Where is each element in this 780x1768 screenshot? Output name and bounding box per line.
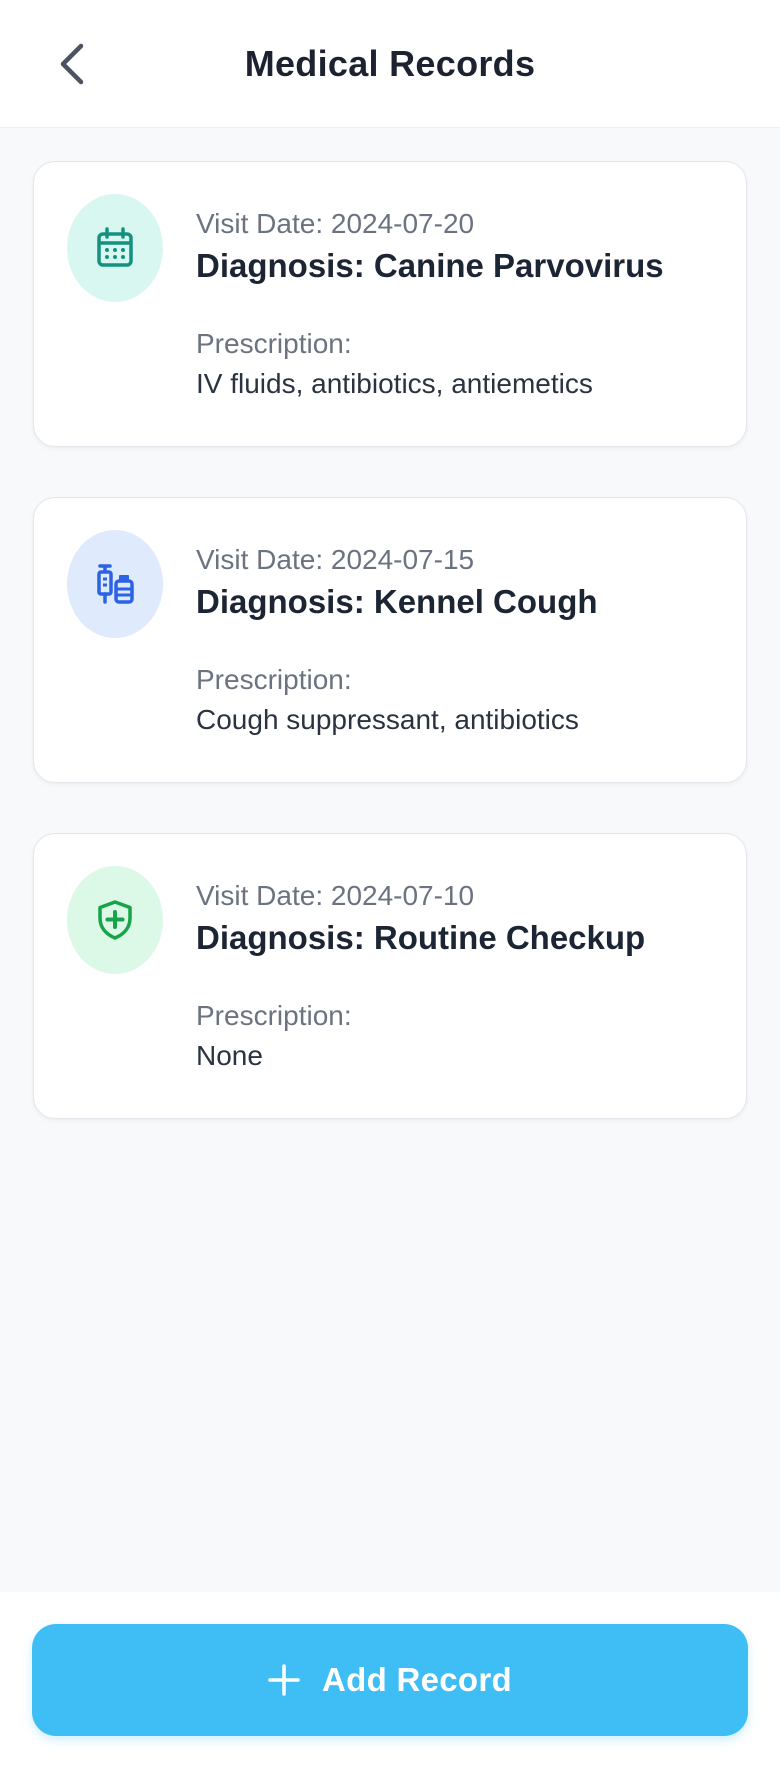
visit-date: Visit Date: 2024-07-10 (196, 880, 475, 911)
prescription-value: Cough suppressant, antibiotics (196, 704, 579, 735)
prescription-label: Prescription: (196, 328, 352, 359)
diagnosis: Diagnosis: Canine Parvovirus (196, 247, 664, 284)
page-title: Medical Records (244, 43, 536, 84)
record-card[interactable]: Visit Date: 2024-07-10 Diagnosis: Routin… (33, 833, 747, 1119)
app-header: Medical Records (0, 0, 780, 128)
plus-icon (268, 1664, 300, 1696)
prescription-value: IV fluids, antibiotics, antiemetics (196, 368, 593, 399)
diagnosis: Diagnosis: Kennel Cough (196, 583, 598, 620)
record-icon-badge (67, 530, 163, 638)
record-details: Visit Date: 2024-07-20 Diagnosis: Canine… (196, 206, 722, 402)
back-button[interactable] (44, 34, 100, 94)
prescription-label: Prescription: (196, 1000, 352, 1031)
chevron-left-icon (60, 43, 84, 85)
visit-date: Visit Date: 2024-07-20 (196, 208, 475, 239)
shield-plus-icon (98, 900, 132, 940)
record-icon-badge (67, 194, 163, 302)
diagnosis: Diagnosis: Routine Checkup (196, 919, 646, 956)
visit-date: Visit Date: 2024-07-15 (196, 544, 475, 575)
calendar-icon (97, 227, 133, 267)
records-list: Visit Date: 2024-07-20 Diagnosis: Canine… (33, 161, 747, 1169)
record-details: Visit Date: 2024-07-10 Diagnosis: Routin… (196, 878, 722, 1074)
footer-bar: Add Record (0, 1592, 780, 1768)
record-card[interactable]: Visit Date: 2024-07-20 Diagnosis: Canine… (33, 161, 747, 447)
record-icon-badge (67, 866, 163, 974)
prescription-label: Prescription: (196, 664, 352, 695)
record-card[interactable]: Visit Date: 2024-07-15 Diagnosis: Kennel… (33, 497, 747, 783)
syringe-vial-icon (97, 564, 134, 604)
prescription-value: None (196, 1040, 263, 1071)
add-record-button[interactable]: Add Record (32, 1624, 748, 1736)
add-record-label: Add Record (321, 1661, 512, 1698)
record-details: Visit Date: 2024-07-15 Diagnosis: Kennel… (196, 542, 722, 738)
